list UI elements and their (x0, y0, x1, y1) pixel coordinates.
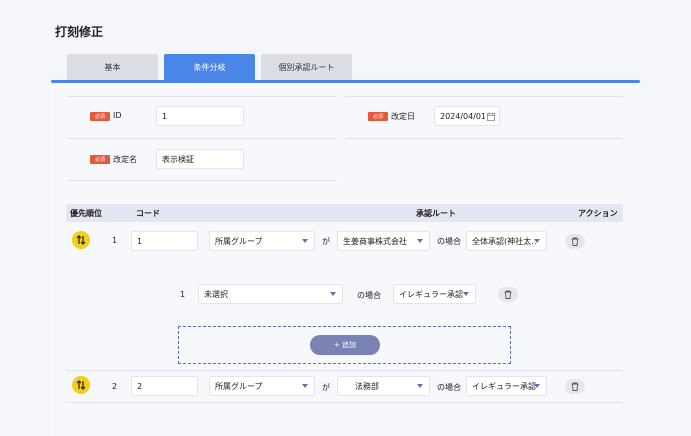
tab-individual-route[interactable]: 個別承認ルート (261, 54, 352, 81)
select-value: 全体承認(神社太… (472, 236, 536, 246)
required-badge: 必須 (368, 112, 388, 121)
select-value: イレギュラー承認 (472, 381, 536, 391)
sub-row-index: 1 (180, 290, 186, 299)
required-badge: 必須 (90, 155, 110, 164)
case-label: の場合 (437, 237, 461, 246)
select-value: 所属グループ (215, 381, 263, 391)
select-value: イレギュラー承認 (399, 289, 463, 299)
select-value: 法務部 (355, 381, 379, 391)
header-code: コード (136, 209, 160, 218)
select-value: 所属グループ (215, 236, 263, 246)
row-divider (66, 402, 623, 403)
id-field[interactable]: 1 (156, 106, 244, 126)
name-label: 改定名 (113, 155, 137, 164)
group-select[interactable]: 所属グループ (209, 231, 315, 251)
ga-label: が (322, 237, 330, 246)
date-value: 2024/04/01 (440, 111, 485, 121)
trash-icon (571, 237, 579, 246)
calendar-icon[interactable] (487, 112, 495, 123)
select-value: 生姜商事株式会社 (343, 236, 407, 246)
case-label: の場合 (437, 383, 461, 392)
tab-conditional-branch[interactable]: 条件分岐 (164, 54, 255, 81)
group-select[interactable]: 所属グループ (209, 376, 315, 396)
divider (345, 96, 623, 97)
divider (67, 138, 337, 139)
delete-button[interactable] (565, 379, 585, 394)
date-label: 改定日 (391, 112, 415, 121)
case-label: の場合 (357, 291, 381, 300)
route-select[interactable]: イレギュラー承認 (466, 376, 547, 396)
code-input[interactable]: 1 (131, 231, 198, 251)
table-header: 優先順位 コード 承認ルート アクション (66, 204, 623, 222)
row-divider (66, 370, 623, 371)
header-priority: 優先順位 (70, 209, 102, 218)
header-route: 承認ルート (416, 209, 456, 218)
divider (67, 180, 337, 181)
drag-handle-icon[interactable] (72, 231, 90, 249)
delete-button[interactable] (498, 287, 518, 302)
date-field[interactable]: 2024/04/01 (434, 106, 500, 126)
trash-icon (504, 290, 512, 299)
required-badge: 必須 (90, 112, 110, 121)
condition-select[interactable]: 未選択 (198, 284, 343, 304)
id-label: ID (113, 111, 122, 120)
header-action: アクション (578, 209, 618, 218)
delete-button[interactable] (565, 234, 585, 249)
divider (67, 96, 337, 97)
route-select[interactable]: イレギュラー承認 (393, 284, 476, 304)
chevron-down-icon (417, 384, 423, 388)
chevron-down-icon (302, 239, 308, 243)
divider (345, 138, 623, 139)
chevron-down-icon (330, 292, 336, 296)
chevron-down-icon (302, 384, 308, 388)
row-priority: 2 (112, 382, 118, 391)
target-select[interactable]: 法務部 (337, 376, 430, 396)
target-select[interactable]: 生姜商事株式会社 (337, 231, 430, 251)
ga-label: が (322, 383, 330, 392)
chevron-down-icon (534, 384, 540, 388)
drag-handle-icon[interactable] (72, 376, 90, 394)
trash-icon (571, 382, 579, 391)
tab-basic[interactable]: 基本 (67, 54, 158, 81)
add-button[interactable]: + 追加 (310, 335, 380, 355)
row-priority: 1 (112, 236, 118, 245)
page-title: 打刻修正 (55, 25, 104, 39)
chevron-down-icon (534, 239, 540, 243)
chevron-down-icon (417, 239, 423, 243)
chevron-down-icon (463, 292, 469, 296)
tab-bar: 基本 条件分岐 個別承認ルート (67, 54, 352, 81)
select-value: 未選択 (204, 289, 228, 299)
code-input[interactable]: 2 (131, 376, 198, 396)
route-select[interactable]: 全体承認(神社太… (466, 231, 547, 251)
name-field[interactable]: 表示検証 (156, 149, 244, 169)
